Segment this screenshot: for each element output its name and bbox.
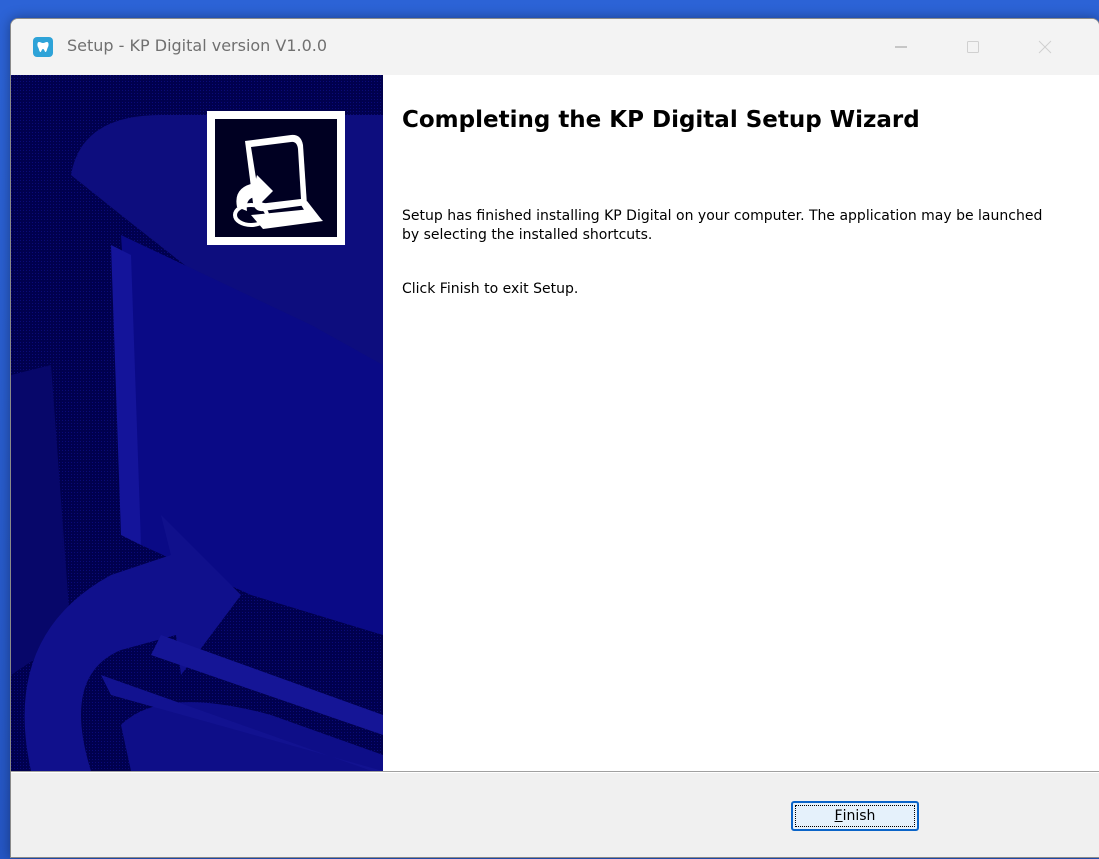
finish-button-mnemonic: F xyxy=(834,808,843,824)
tooth-app-icon xyxy=(33,37,53,57)
minimize-button[interactable] xyxy=(873,19,929,75)
title-bar[interactable]: Setup - KP Digital version V1.0.0 xyxy=(11,19,1099,75)
maximize-button[interactable] xyxy=(945,19,1001,75)
close-button[interactable] xyxy=(1017,19,1073,75)
close-icon xyxy=(1038,40,1052,54)
finish-button[interactable]: Finish xyxy=(791,801,919,831)
setup-wizard-window: Setup - KP Digital version V1.0.0 Comple… xyxy=(10,18,1099,858)
finish-button-label: inish xyxy=(842,808,876,824)
wizard-footer: Finish xyxy=(11,773,1099,857)
window-title: Setup - KP Digital version V1.0.0 xyxy=(67,36,328,55)
finished-message: Setup has finished installing KP Digital… xyxy=(402,208,1043,243)
exit-instruction: Click Finish to exit Setup. xyxy=(402,281,579,297)
maximize-icon xyxy=(967,41,979,53)
sidebar-artwork xyxy=(11,75,383,771)
wizard-content-panel: Completing the KP Digital Setup Wizard S… xyxy=(383,75,1099,771)
computer-install-icon xyxy=(207,111,345,245)
minimize-icon xyxy=(895,46,907,48)
wizard-sidebar-image xyxy=(11,75,383,771)
finish-button-focus: Finish xyxy=(795,805,915,827)
page-title: Completing the KP Digital Setup Wizard xyxy=(402,107,920,133)
